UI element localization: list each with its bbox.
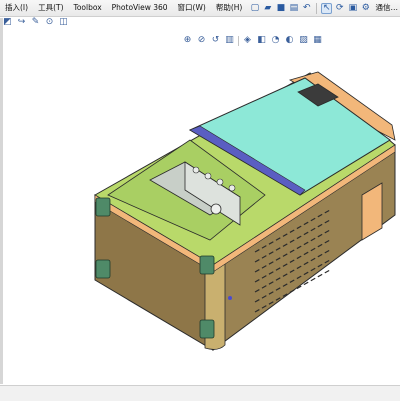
file-properties-icon[interactable]: ▣ <box>347 3 358 14</box>
select-pointer-icon[interactable]: ↖ <box>321 2 333 14</box>
new-document-icon[interactable]: ▢ <box>249 3 260 14</box>
round-port <box>210 203 222 215</box>
open-folder-icon[interactable]: ▰ <box>262 3 273 14</box>
knob-3 <box>216 178 224 186</box>
toolbar-separator <box>316 2 318 14</box>
menu-bar: 插入(I) 工具(T) Toolbox PhotoView 360 窗口(W) … <box>0 0 400 17</box>
menu-photoview[interactable]: PhotoView 360 <box>107 0 173 16</box>
status-bar <box>0 385 400 401</box>
menu-toolbox[interactable]: Toolbox <box>69 0 107 16</box>
knob-2 <box>204 172 212 180</box>
graphics-area[interactable] <box>0 17 400 385</box>
standard-toolbar: ▢ ▰ ■ ▤ ↶ ↖ ⟳ ▣ ⚙ <box>249 2 371 14</box>
knob-4 <box>228 184 236 192</box>
menu-window[interactable]: 窗口(W) <box>173 0 211 16</box>
menu-tools[interactable]: 工具(T) <box>33 0 68 16</box>
print-icon[interactable]: ▤ <box>288 3 299 14</box>
rebuild-icon[interactable]: ⟳ <box>334 3 345 14</box>
mount-hole <box>228 296 232 300</box>
menu-overflow-label[interactable]: 通信… <box>376 0 399 16</box>
undo-icon[interactable]: ↶ <box>301 3 312 14</box>
knob-1 <box>192 166 200 174</box>
menu-help[interactable]: 帮助(H) <box>211 0 248 16</box>
save-icon[interactable]: ■ <box>275 3 286 14</box>
menu-insert[interactable]: 插入(I) <box>0 0 33 16</box>
options-icon[interactable]: ⚙ <box>360 3 371 14</box>
